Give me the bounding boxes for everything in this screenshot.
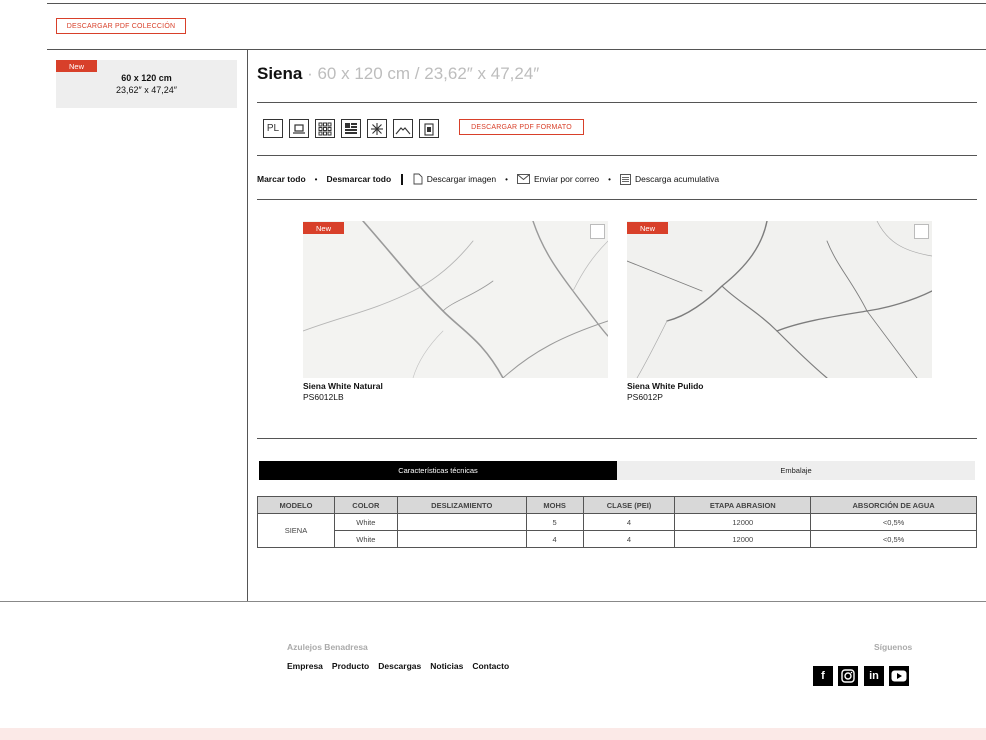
- header-divider: [47, 49, 986, 50]
- table-cell: 5: [525, 513, 584, 531]
- column-header: ETAPA ABRASION: [674, 496, 812, 514]
- bag-icon[interactable]: [419, 119, 439, 138]
- facebook-icon[interactable]: f: [813, 666, 833, 686]
- footer-link-noticias[interactable]: Noticias: [430, 661, 463, 671]
- laptop-icon[interactable]: [289, 119, 309, 138]
- mark-all-link[interactable]: Marcar todo: [257, 174, 306, 184]
- table-row: SIENA White 5 4 12000 <0,5%: [257, 513, 977, 548]
- column-header: MODELO: [257, 496, 335, 514]
- product-code: PS6012P: [627, 392, 663, 402]
- table-cell: <0,5%: [810, 530, 977, 548]
- top-divider: [47, 3, 986, 4]
- select-checkbox[interactable]: [590, 224, 605, 239]
- new-badge: New: [627, 222, 668, 234]
- products-divider: [257, 438, 977, 439]
- title-divider: [257, 102, 977, 103]
- footer-brand: Azulejos Benadresa: [287, 642, 368, 652]
- envelope-icon[interactable]: [393, 119, 413, 138]
- model-cell: SIENA: [257, 513, 335, 548]
- column-header: MOHS: [525, 496, 584, 514]
- table-cell: 4: [582, 513, 676, 531]
- tab-technical-specs[interactable]: Características técnicas: [259, 461, 617, 480]
- download-image-label: Descargar imagen: [426, 174, 497, 184]
- table-cell: White: [333, 530, 398, 548]
- table-cell: 4: [582, 530, 676, 548]
- mail-icon: [517, 174, 530, 184]
- page-title: Siena · 60 x 120 cm / 23,62″ x 47,24″: [257, 64, 539, 84]
- snowflake-icon[interactable]: [367, 119, 387, 138]
- bulk-download-link[interactable]: Descarga acumulativa: [620, 173, 720, 185]
- footer-link-descargas[interactable]: Descargas: [378, 661, 421, 671]
- format-size-in: 23,62″ x 47,24″: [116, 85, 177, 95]
- bullet-separator: •: [505, 174, 508, 184]
- product-image[interactable]: [627, 221, 932, 378]
- bulk-download-label: Descarga acumulativa: [634, 174, 720, 184]
- product-image[interactable]: [303, 221, 608, 378]
- layout-pattern-icon[interactable]: [341, 119, 361, 138]
- linkedin-icon[interactable]: in: [864, 666, 884, 686]
- series-name: Siena: [257, 64, 303, 83]
- table-cell: 4: [525, 530, 584, 548]
- bullet-separator: •: [314, 174, 318, 184]
- sidebar-divider: [247, 49, 248, 601]
- table-cell: White: [333, 513, 398, 531]
- table-header-row: MODELO COLOR DESLIZAMIENTO MOHS CLASE (P…: [257, 496, 977, 514]
- linkedin-glyph: in: [869, 670, 879, 682]
- grid-pattern-icon[interactable]: [315, 119, 335, 138]
- footer-link-producto[interactable]: Producto: [332, 661, 369, 671]
- table-cell: [396, 530, 527, 548]
- tab-packaging[interactable]: Embalaje: [617, 461, 975, 480]
- pl-icon[interactable]: PL: [263, 119, 283, 138]
- technical-specs-table: MODELO COLOR DESLIZAMIENTO MOHS CLASE (P…: [257, 496, 977, 548]
- bullet-separator: •: [608, 174, 611, 184]
- footer-nav: Empresa Producto Descargas Noticias Cont…: [287, 661, 509, 671]
- send-email-link[interactable]: Enviar por correo: [517, 174, 599, 184]
- footer-bar: [0, 728, 986, 740]
- footer-link-contacto[interactable]: Contacto: [472, 661, 509, 671]
- table-cell: 12000: [674, 513, 812, 531]
- product-name[interactable]: Siena White Natural: [303, 381, 383, 391]
- download-pdf-collection-button[interactable]: DESCARGAR PDF COLECCIÓN: [56, 18, 186, 34]
- unmark-all-link[interactable]: Desmarcar todo: [326, 174, 391, 184]
- format-size-cm: 60 x 120 cm: [121, 73, 172, 83]
- series-size: · 60 x 120 cm / 23,62″ x 47,24″: [307, 64, 540, 83]
- column-header: CLASE (PEI): [582, 496, 676, 514]
- column-header: COLOR: [333, 496, 398, 514]
- actions-divider: [257, 199, 977, 200]
- table-row: White 4 4 12000 <0,5%: [258, 530, 977, 548]
- select-checkbox[interactable]: [914, 224, 929, 239]
- vertical-separator: [401, 173, 403, 185]
- footer-link-empresa[interactable]: Empresa: [287, 661, 323, 671]
- column-header: ABSORCIÓN DE AGUA: [810, 496, 977, 514]
- download-pdf-format-button[interactable]: DESCARGAR PDF FORMATO: [459, 119, 584, 135]
- send-email-label: Enviar por correo: [533, 174, 600, 184]
- follow-us-label: Síguenos: [874, 642, 913, 652]
- new-badge: New: [56, 60, 97, 72]
- icons-divider: [257, 155, 977, 156]
- footer-divider: [0, 601, 986, 602]
- pl-icon-text: PL: [266, 123, 280, 134]
- table-cell: [396, 513, 527, 531]
- list-icon: [620, 173, 631, 185]
- file-icon: [413, 173, 423, 185]
- instagram-icon[interactable]: [838, 666, 858, 686]
- product-code: PS6012LB: [303, 392, 344, 402]
- table-cell: 12000: [674, 530, 812, 548]
- product-name[interactable]: Siena White Pulido: [627, 381, 704, 391]
- new-badge: New: [303, 222, 344, 234]
- column-header: DESLIZAMIENTO: [396, 496, 527, 514]
- facebook-glyph: f: [821, 670, 825, 682]
- youtube-icon[interactable]: [889, 666, 909, 686]
- download-image-link[interactable]: Descargar imagen: [413, 173, 496, 185]
- selection-actions: Marcar todo • Desmarcar todo Descargar i…: [257, 173, 719, 185]
- table-cell: <0,5%: [810, 513, 977, 531]
